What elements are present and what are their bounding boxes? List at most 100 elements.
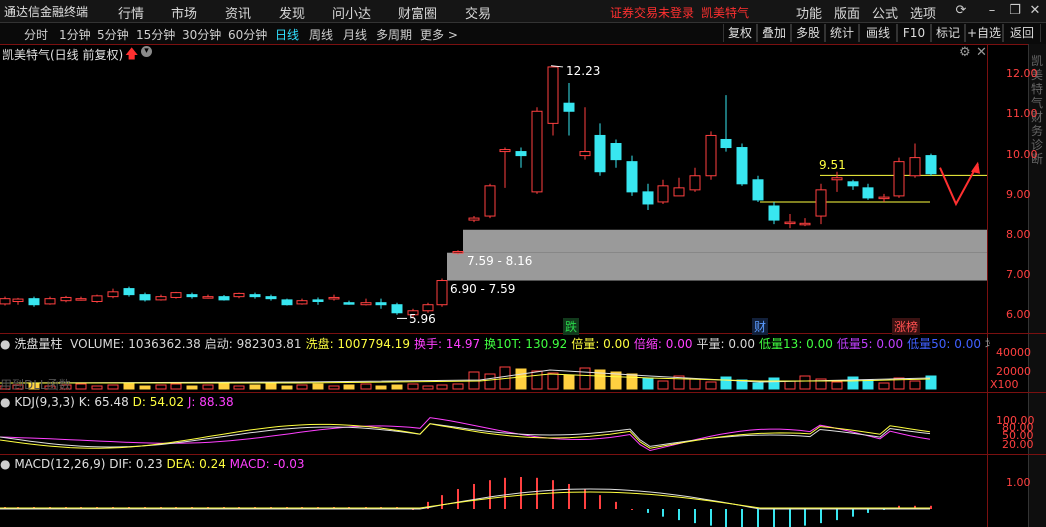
close-icon[interactable]: ✕: [1026, 2, 1044, 20]
drawn-arrow-head: [971, 161, 980, 174]
macd-bar: [473, 483, 475, 509]
volume-field: 启动: 982303.81: [204, 337, 302, 351]
menu-options[interactable]: 选项: [910, 3, 936, 22]
chart-close-icon[interactable]: ✕: [976, 45, 987, 60]
tab-monthly[interactable]: 月线: [343, 26, 367, 43]
event-marker-gain-list[interactable]: 涨榜: [892, 318, 921, 335]
tab-intraday[interactable]: 分时: [24, 26, 48, 43]
f10-button[interactable]: F10: [897, 24, 931, 42]
macd-value: MACD: -0.03: [229, 457, 305, 471]
zone-lower-label: 6.90 - 7.59: [450, 282, 516, 296]
menu-bar: 通达信金融终端 行情 市场 资讯 发现 问小达 财富圈 交易 证券交易未登录 凯…: [0, 0, 1046, 23]
price-tick: 11.00: [1006, 107, 1038, 120]
volume-bar: [328, 385, 340, 390]
multi-stock-button[interactable]: 多股: [791, 24, 825, 42]
panel-dot-icon[interactable]: ●: [0, 337, 10, 351]
macd-bar: [615, 501, 617, 509]
menu-market[interactable]: 市场: [171, 3, 197, 22]
kdj-d-value: D: 54.02: [132, 395, 185, 409]
event-marker-drop[interactable]: 跌: [563, 318, 580, 335]
statistics-button[interactable]: 统计: [825, 24, 859, 42]
tab-more[interactable]: 更多 >: [420, 26, 458, 43]
kdj-name: KDJ(9,3,3): [14, 395, 75, 409]
event-marker-finance[interactable]: 财: [752, 318, 769, 335]
mark-button[interactable]: 标记: [931, 24, 965, 42]
price-axis-border: [987, 44, 988, 527]
candle-body: [657, 185, 669, 203]
adjust-button[interactable]: 复权: [723, 24, 757, 42]
panel-dot-icon[interactable]: ●: [0, 457, 10, 471]
macd-bar: [930, 505, 932, 509]
menu-wenxiaoda[interactable]: 问小达: [332, 3, 371, 22]
candle-body: [139, 294, 151, 301]
volume-panel-header: ● 洗盘量柱 VOLUME: 1036362.38 启动: 982303.81 洗盘…: [0, 335, 990, 351]
volume-field: 换10T: 130.92: [484, 337, 568, 351]
dll-note: 用到DLL函数: [0, 378, 71, 392]
volume-bar: [909, 380, 921, 390]
add-watchlist-button[interactable]: +自选: [965, 24, 1003, 42]
draw-line-button[interactable]: 画线: [859, 24, 897, 42]
volume-bar: [202, 384, 214, 390]
menu-functions[interactable]: 功能: [796, 3, 822, 22]
login-notice[interactable]: 证券交易未登录: [610, 4, 694, 21]
candle-body: [610, 143, 622, 161]
candle-body: [579, 151, 591, 157]
price-tick: 8.00: [1006, 228, 1031, 241]
candle-body: [531, 110, 543, 193]
tab-30min[interactable]: 30分钟: [182, 26, 221, 43]
volume-bar: [862, 379, 874, 390]
kdj-panel-header: ● KDJ(9,3,3) K: 65.48 D: 54.02 J: 88.38: [0, 395, 234, 409]
candle-body: [484, 185, 496, 217]
macd-bar: [504, 477, 506, 509]
panel-dot-icon[interactable]: ●: [0, 395, 10, 409]
minimize-icon[interactable]: –: [983, 2, 1001, 20]
refresh-icon[interactable]: ⟳: [952, 2, 970, 20]
volume-bar: [265, 383, 277, 390]
menu-discover[interactable]: 发现: [279, 3, 305, 22]
volume-bar: [768, 377, 780, 390]
restore-icon[interactable]: ❐: [1006, 2, 1024, 20]
candle-body: [547, 66, 559, 124]
price-tick: 9.00: [1006, 188, 1031, 201]
volume-field: 平量: 0.00: [696, 337, 756, 351]
macd-bar: [568, 483, 570, 509]
tab-1min[interactable]: 1分钟: [59, 26, 91, 43]
price-tick: 6.00: [1006, 308, 1031, 321]
price-tick: 7.00: [1006, 268, 1031, 281]
tab-60min[interactable]: 60分钟: [228, 26, 267, 43]
menu-quotes[interactable]: 行情: [118, 3, 144, 22]
macd-bar: [678, 509, 680, 521]
menu-formula[interactable]: 公式: [872, 3, 898, 22]
candle-body: [360, 302, 372, 306]
candle-body: [170, 292, 182, 298]
candle-body: [265, 296, 277, 300]
back-button[interactable]: 返回: [1003, 24, 1041, 42]
volume-field: 倍量: 0.00: [571, 337, 630, 351]
macd-dea-line: [0, 491, 930, 509]
tab-weekly[interactable]: 周线: [309, 26, 333, 43]
tab-daily[interactable]: 日线: [275, 26, 299, 43]
tab-15min[interactable]: 15分钟: [136, 26, 175, 43]
candle-body: [909, 157, 921, 177]
overlay-button[interactable]: 叠加: [757, 24, 791, 42]
macd-name: MACD(12,26,9): [14, 457, 106, 471]
menu-news[interactable]: 资讯: [225, 3, 251, 22]
menu-trade[interactable]: 交易: [465, 3, 491, 22]
candle-body: [847, 181, 859, 187]
volume-bar: [784, 380, 796, 390]
volume-bar: [360, 383, 372, 390]
kdj-lines: [0, 417, 931, 452]
volume-bar: [720, 376, 732, 390]
macd-tick: 1.00: [1006, 476, 1031, 489]
menu-layout[interactable]: 版面: [834, 3, 860, 22]
zone-upper-label: 7.59 - 8.16: [467, 254, 533, 268]
candle-body: [233, 292, 245, 298]
menu-wealth-circle[interactable]: 财富圈: [398, 3, 437, 22]
candle-body: [0, 298, 11, 305]
kdj-k-line: [0, 423, 931, 448]
candle-body: [515, 151, 527, 157]
tab-multi-period[interactable]: 多周期: [376, 26, 412, 43]
dropdown-icon[interactable]: ▾: [141, 46, 152, 57]
settings-gear-icon[interactable]: ⚙: [959, 45, 971, 60]
tab-5min[interactable]: 5分钟: [97, 26, 129, 43]
